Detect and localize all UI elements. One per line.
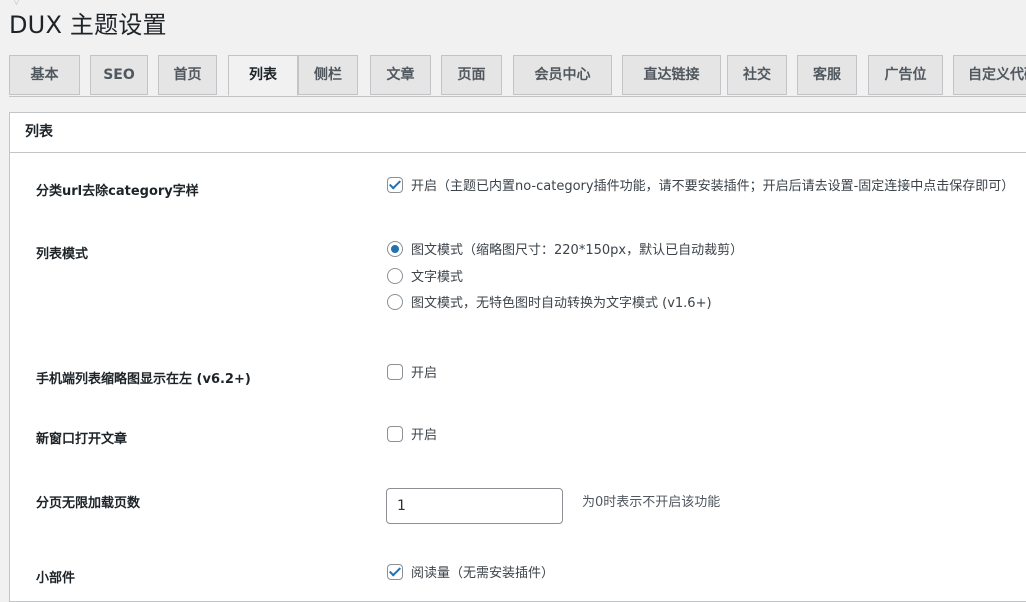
tab-direct-links[interactable]: 直达链接 xyxy=(622,55,721,95)
page-title: DUX 主题设置 xyxy=(9,11,167,39)
list-mode-option-graphic[interactable]: 图文模式（缩略图尺寸：220*150px，默认已自动裁剪） xyxy=(387,241,743,259)
category-base-option-text: 开启（主题已内置no-category插件功能，请不要安装插件；开启后请去设置-… xyxy=(411,179,1015,194)
category-base-option[interactable]: 开启（主题已内置no-category插件功能，请不要安装插件；开启后请去设置-… xyxy=(387,177,1014,195)
tab-list[interactable]: 列表 xyxy=(228,55,298,96)
tab-home[interactable]: 首页 xyxy=(158,55,217,95)
ajax-pages-hint: 为0时表示不开启该功能 xyxy=(582,495,721,510)
mobile-thumb-left-label: 手机端列表缩略图显示在左 (v6.2+) xyxy=(36,372,251,387)
ajax-pages-input[interactable] xyxy=(386,488,563,524)
tab-seo[interactable]: SEO xyxy=(90,55,148,95)
new-window-option-text: 开启 xyxy=(411,428,438,443)
list-mode-option-auto[interactable]: 图文模式，无特色图时自动转换为文字模式 (v1.6+) xyxy=(387,294,712,312)
tab-article[interactable]: 文章 xyxy=(370,55,431,95)
mobile-thumb-left-option-text: 开启 xyxy=(411,366,438,381)
tab-basic[interactable]: 基本 xyxy=(9,55,80,95)
tab-page[interactable]: 页面 xyxy=(441,55,502,95)
ajax-pages-label: 分页无限加载页数 xyxy=(36,496,141,511)
mobile-thumb-left-option[interactable]: 开启 xyxy=(387,364,437,382)
list-mode-option-text-text: 文字模式 xyxy=(411,270,464,285)
new-window-checkbox[interactable] xyxy=(387,426,403,442)
category-base-label: 分类url去除category字样 xyxy=(36,184,199,199)
tab-ads[interactable]: 广告位 xyxy=(868,55,943,95)
section-title: 列表 xyxy=(10,113,1026,153)
new-window-option[interactable]: 开启 xyxy=(387,426,437,444)
widgets-option[interactable]: 阅读量（无需安装插件） xyxy=(387,564,554,582)
list-mode-option-auto-text: 图文模式，无特色图时自动转换为文字模式 (v1.6+) xyxy=(411,296,712,311)
settings-panel: 列表 分类url去除category字样 开启（主题已内置no-category… xyxy=(9,112,1026,602)
tab-sidebar[interactable]: 侧栏 xyxy=(298,55,358,95)
widgets-label: 小部件 xyxy=(36,571,76,586)
mobile-thumb-left-checkbox[interactable] xyxy=(387,364,403,380)
widgets-option-text: 阅读量（无需安装插件） xyxy=(411,566,555,581)
new-window-label: 新窗口打开文章 xyxy=(36,432,128,447)
tab-support[interactable]: 客服 xyxy=(797,55,857,95)
tab-social[interactable]: 社交 xyxy=(727,55,787,95)
widgets-checkbox[interactable] xyxy=(387,564,403,580)
tab-bar: 基本 SEO 首页 列表 侧栏 文章 页面 会员中心 直达链接 社交 客服 广告… xyxy=(9,55,1026,97)
list-mode-option-text[interactable]: 文字模式 xyxy=(387,268,463,286)
list-mode-label: 列表模式 xyxy=(36,247,89,262)
list-mode-radio-text[interactable] xyxy=(387,268,403,284)
list-mode-radio-auto[interactable] xyxy=(387,294,403,310)
category-base-checkbox[interactable] xyxy=(387,177,403,193)
tab-member-center[interactable]: 会员中心 xyxy=(513,55,612,95)
tab-custom-code[interactable]: 自定义代码 xyxy=(953,55,1026,95)
list-mode-radio-graphic[interactable] xyxy=(387,241,403,257)
list-mode-option-graphic-text: 图文模式（缩略图尺寸：220*150px，默认已自动裁剪） xyxy=(411,243,744,258)
